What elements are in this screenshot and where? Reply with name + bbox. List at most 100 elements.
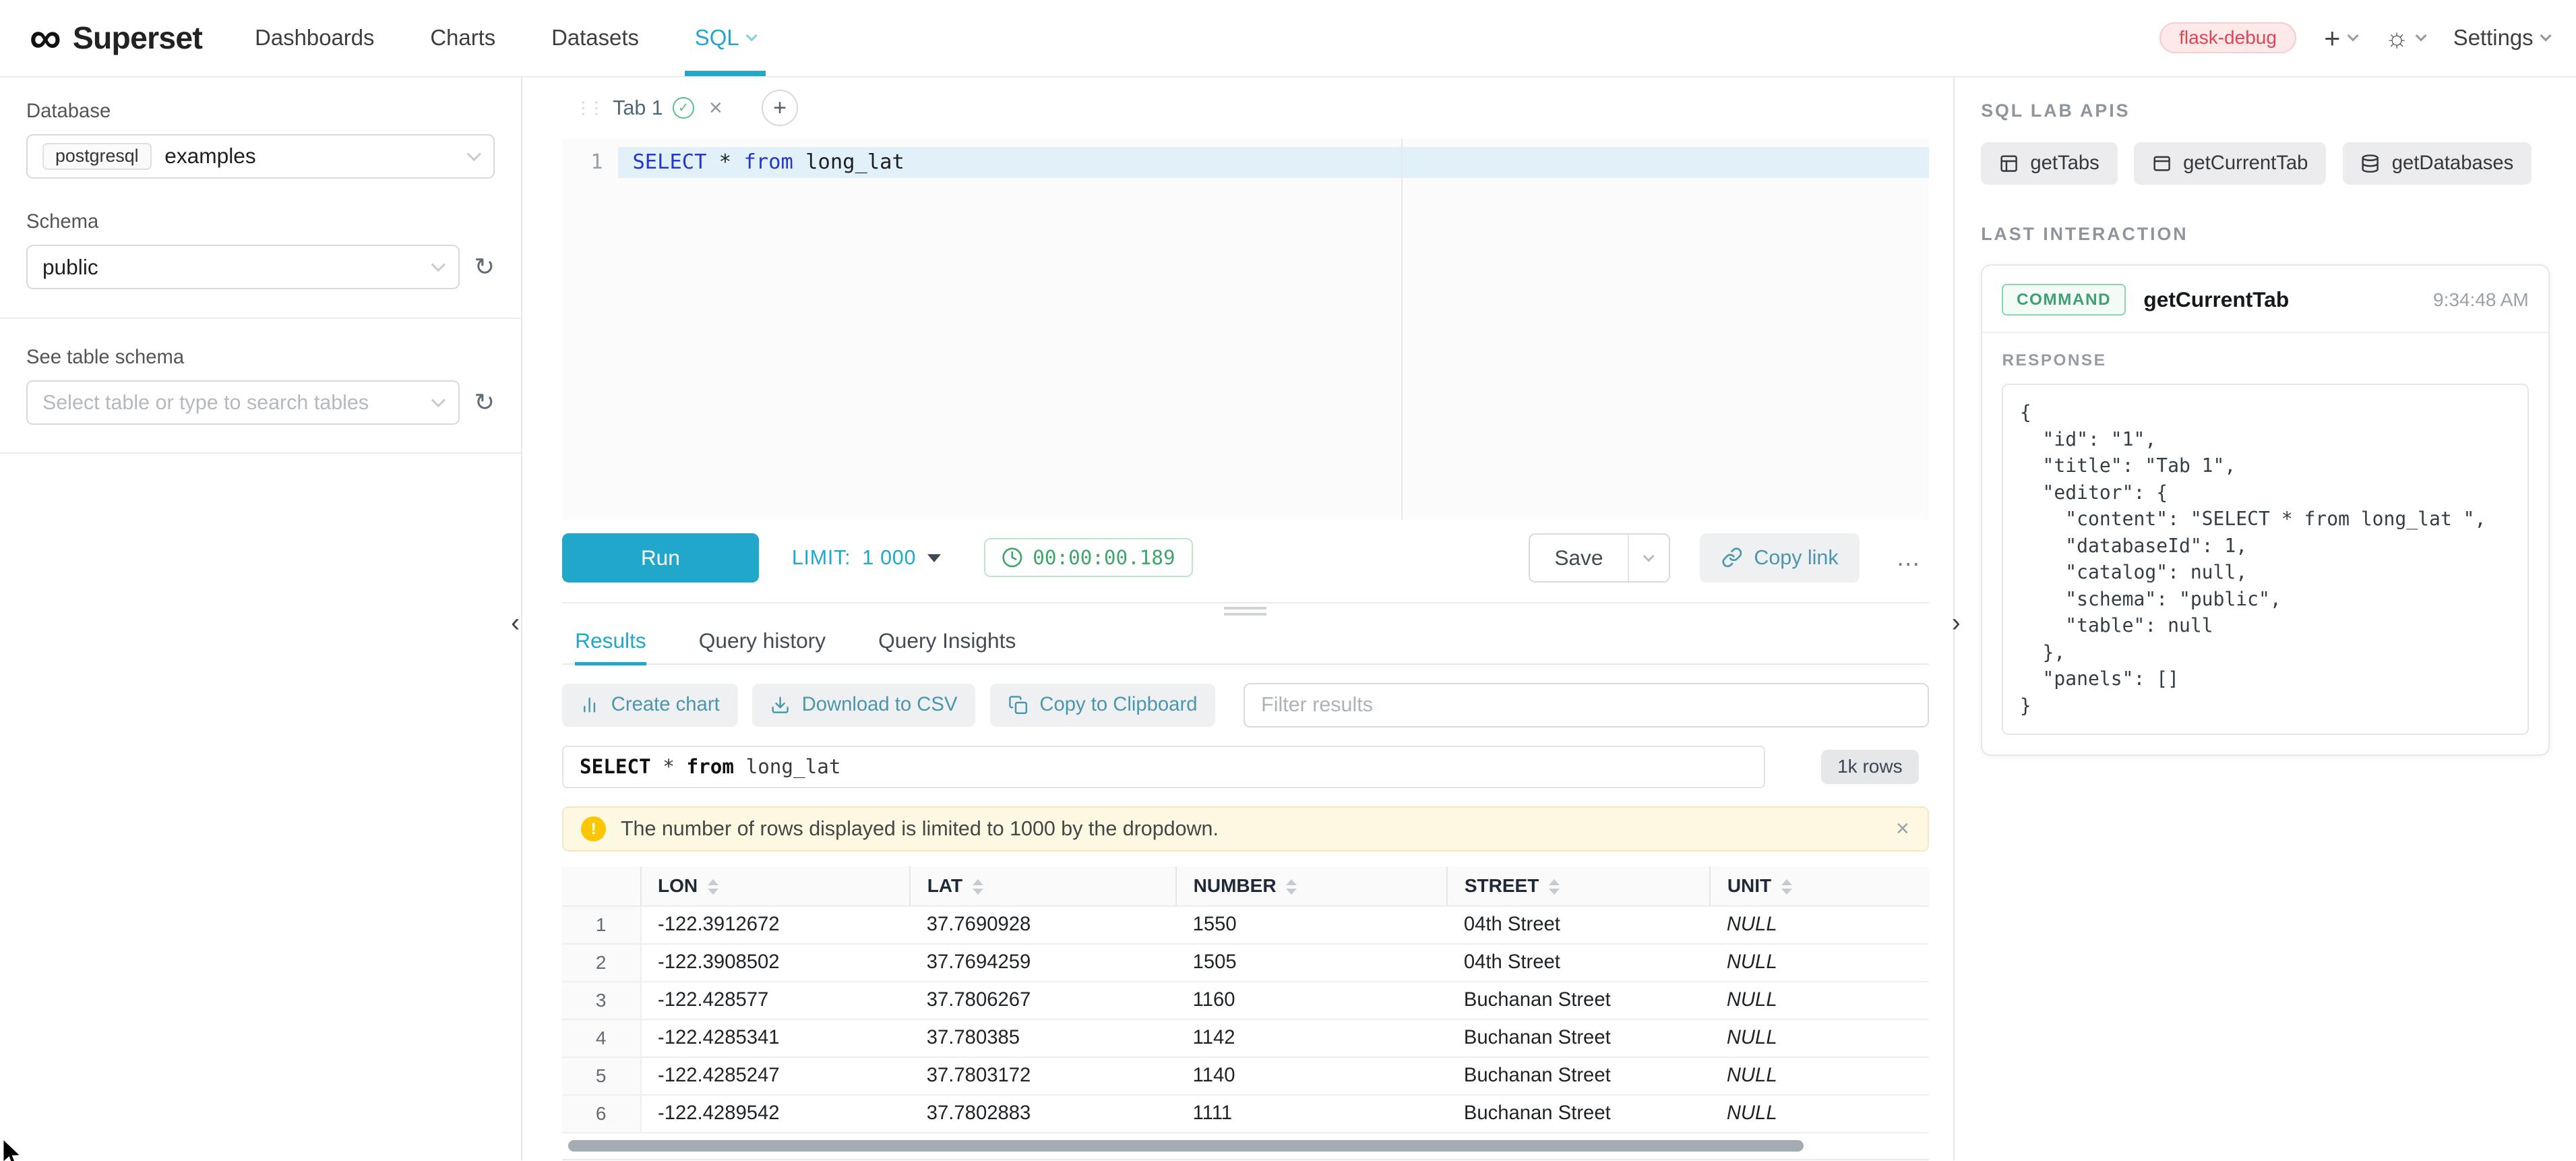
sort-icon[interactable]: [1781, 879, 1792, 895]
row-index: 4: [562, 1019, 641, 1057]
schema-select[interactable]: public: [26, 245, 460, 289]
table-cell: 1111: [1176, 1095, 1447, 1133]
more-options-button[interactable]: …: [1889, 543, 1928, 572]
results-table: LONLATNUMBER STREET UNIT 1-122.391267237.7…: [562, 866, 1929, 1133]
new-item-menu[interactable]: +: [2324, 24, 2357, 52]
table-select-placeholder: Select table or type to search tables: [42, 391, 369, 415]
refresh-tables-icon[interactable]: ↻: [474, 390, 495, 415]
print-margin-line: [1401, 139, 1403, 520]
bar-chart-icon: [580, 695, 599, 715]
new-tab-button[interactable]: +: [762, 90, 798, 126]
scrollbar-thumb[interactable]: [568, 1140, 1804, 1152]
column-header-street[interactable]: STREET: [1447, 866, 1710, 906]
table-row: 3-122.42857737.78062671160Buchanan Stree…: [562, 982, 1929, 1019]
save-label: Save: [1530, 535, 1628, 581]
line-number-gutter: 1: [562, 139, 618, 520]
table-cell: 1140: [1176, 1057, 1447, 1095]
window-icon: [2152, 154, 2172, 173]
get-tabs-label: getTabs: [2030, 152, 2099, 175]
save-dropdown-button[interactable]: [1628, 535, 1669, 581]
table-cell: 04th Street: [1447, 906, 1710, 944]
top-navbar: ∞ Superset Dashboards Charts Datasets SQ…: [0, 0, 2576, 78]
interaction-card: COMMAND getCurrentTab 9:34:48 AM RESPONS…: [1981, 264, 2550, 756]
nav-datasets[interactable]: Datasets: [541, 0, 648, 76]
close-tab-icon[interactable]: ×: [709, 95, 723, 121]
nav-sql[interactable]: SQL: [685, 0, 765, 76]
column-header-lon[interactable]: LON: [641, 866, 911, 906]
tab-query-insights[interactable]: Query Insights: [878, 619, 1016, 663]
sort-icon[interactable]: [708, 879, 718, 895]
get-current-tab-button[interactable]: getCurrentTab: [2134, 142, 2326, 184]
sort-icon[interactable]: [1549, 879, 1560, 895]
limit-dropdown[interactable]: LIMIT: 1 000: [792, 546, 941, 570]
column-label: STREET: [1465, 875, 1539, 896]
refresh-schemas-icon[interactable]: ↻: [474, 255, 495, 280]
table-cell: NULL: [1710, 1057, 1928, 1095]
tab-query-history[interactable]: Query history: [699, 619, 826, 663]
column-header-number[interactable]: NUMBER: [1176, 866, 1447, 906]
save-button[interactable]: Save: [1529, 533, 1670, 583]
get-current-tab-label: getCurrentTab: [2183, 152, 2308, 175]
drag-handle-icon: ⋮⋮: [575, 98, 601, 118]
sql-lab-apis-panel: SQL LAB APIS getTabs getCurrentTab getDa…: [1953, 78, 2576, 1160]
table-cell: NULL: [1710, 982, 1928, 1019]
editor-tab-title: Tab 1: [613, 96, 663, 120]
sql-text: long_lat: [793, 150, 904, 174]
nav-charts[interactable]: Charts: [421, 0, 505, 76]
table-cell: NULL: [1710, 906, 1928, 944]
sort-icon[interactable]: [1286, 879, 1297, 895]
sql-keyword: from: [743, 150, 793, 174]
create-chart-button[interactable]: Create chart: [562, 684, 738, 726]
warning-icon: !: [581, 816, 606, 841]
table-cell: 37.7806267: [910, 982, 1176, 1019]
download-csv-button[interactable]: Download to CSV: [752, 684, 975, 726]
tab-results[interactable]: Results: [575, 619, 646, 663]
table-select[interactable]: Select table or type to search tables: [26, 380, 460, 425]
collapse-api-panel-icon[interactable]: ›: [1952, 609, 1961, 636]
column-header-unit[interactable]: UNIT: [1710, 866, 1928, 906]
brand[interactable]: ∞ Superset: [30, 0, 202, 76]
editor-tab[interactable]: ⋮⋮ Tab 1 ✓ ×: [575, 95, 723, 121]
command-name: getCurrentTab: [2143, 287, 2289, 312]
theme-toggle[interactable]: ☼: [2385, 25, 2425, 51]
panel-title: SQL LAB APIS: [1981, 100, 2550, 121]
sidebar-divider: [0, 452, 521, 454]
table-cell: NULL: [1710, 1019, 1928, 1057]
table-cell: -122.4285247: [641, 1057, 911, 1095]
row-index-header: [562, 866, 641, 906]
database-select[interactable]: postgresql examples: [26, 134, 495, 179]
sql-text: *: [651, 755, 687, 778]
editor-panel: 1 SELECT * from long_lat Run LIMIT: 1 00…: [562, 139, 1929, 603]
saved-check-icon: ✓: [673, 97, 694, 119]
download-csv-label: Download to CSV: [802, 694, 958, 716]
results-bottom-border: [562, 1159, 1929, 1160]
resize-handle[interactable]: [562, 603, 1929, 619]
chevron-down-icon: [745, 30, 757, 41]
schema-label: Schema: [26, 211, 495, 233]
database-icon: [2360, 154, 2380, 173]
run-button[interactable]: Run: [562, 533, 760, 583]
column-header-lat[interactable]: LAT: [910, 866, 1176, 906]
copy-link-button[interactable]: Copy link: [1700, 533, 1860, 583]
query-timer: 00:00:00.189: [984, 538, 1193, 577]
database-value: examples: [164, 144, 256, 169]
get-tabs-button[interactable]: getTabs: [1981, 142, 2117, 184]
table-cell: 37.7694259: [910, 944, 1176, 982]
settings-menu[interactable]: Settings: [2453, 25, 2550, 51]
collapse-sidebar-icon[interactable]: ‹: [511, 609, 520, 636]
sql-editor[interactable]: 1 SELECT * from long_lat: [562, 139, 1929, 520]
table-cell: 1550: [1176, 906, 1447, 944]
results-tabs: Results Query history Query Insights: [562, 619, 1929, 665]
filter-results-input[interactable]: [1244, 683, 1929, 727]
response-label: RESPONSE: [2002, 351, 2528, 370]
interaction-card-header: COMMAND getCurrentTab 9:34:48 AM: [2002, 284, 2528, 316]
get-databases-button[interactable]: getDatabases: [2343, 142, 2532, 184]
copy-clipboard-button[interactable]: Copy to Clipboard: [990, 684, 1215, 726]
table-cell: -122.3912672: [641, 906, 911, 944]
table-cell: 37.7802883: [910, 1095, 1176, 1133]
sort-icon[interactable]: [973, 879, 983, 895]
sql-text: *: [706, 150, 743, 174]
nav-dashboards[interactable]: Dashboards: [245, 0, 385, 76]
table-row: 1-122.391267237.7690928155004th StreetNU…: [562, 906, 1929, 944]
close-warning-icon[interactable]: ×: [1896, 816, 1909, 842]
